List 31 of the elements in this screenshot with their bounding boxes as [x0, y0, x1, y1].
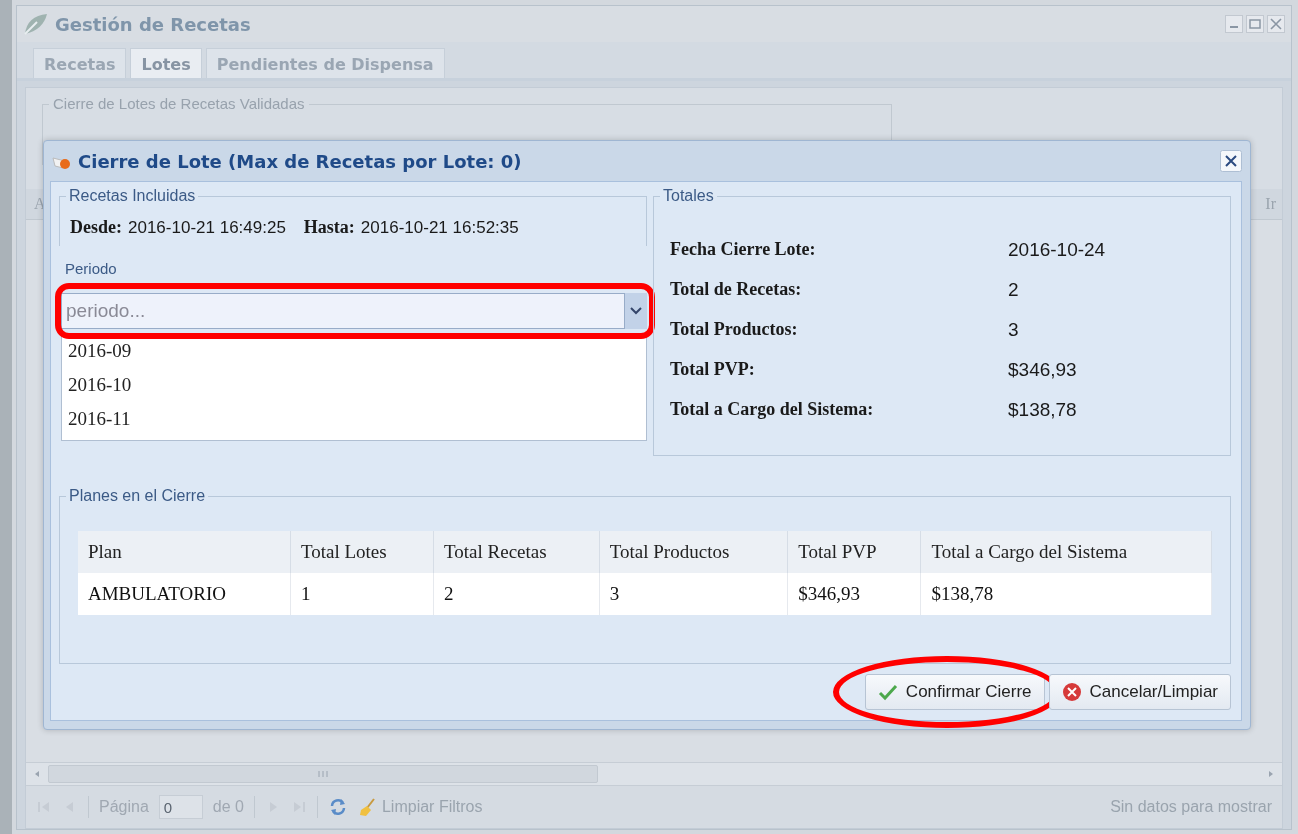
column-header: Total Productos [599, 531, 788, 573]
field-value: 2016-10-21 16:49:25 [128, 218, 286, 238]
window-title: Gestión de Recetas [55, 13, 251, 35]
field-label: Total a Cargo del Sistema: [670, 399, 875, 421]
field-value: 2 [1008, 279, 1020, 301]
fieldset-legend: Cierre de Lotes de Recetas Validadas [49, 95, 309, 112]
field-value: 3 [1008, 319, 1020, 341]
field-label: Total Productos: [670, 319, 799, 341]
field-label: Periodo [64, 260, 118, 277]
field-value: 2016-10-21 16:52:35 [360, 218, 519, 238]
field-label: Desde: [70, 217, 122, 238]
column-header: Plan [78, 531, 291, 573]
column-header: Total Recetas [433, 531, 600, 573]
table-cell: 2 [433, 573, 600, 615]
field-value: 2016-10-24 [1008, 239, 1107, 261]
field-label: Total PVP: [670, 359, 756, 381]
field-value: $346,93 [1008, 359, 1078, 381]
column-header: Total PVP [787, 531, 921, 573]
table-cell: $138,78 [920, 573, 1212, 615]
dialog-title: Cierre de Lote (Max de Recetas por Lote: 0) [78, 150, 522, 172]
status-text: Sin datos para mostrar [1110, 798, 1272, 816]
field-label: Hasta: [303, 217, 355, 238]
table-cell: 1 [290, 573, 434, 615]
field-value: $138,78 [1008, 399, 1078, 421]
table-cell: $346,93 [787, 573, 921, 615]
column-header: Total a Cargo del Sistema [920, 531, 1212, 573]
table-cell: 3 [599, 573, 788, 615]
field-label: Total de Recetas: [670, 279, 803, 301]
column-header: Total Lotes [290, 531, 434, 573]
table-cell: AMBULATORIO [78, 573, 291, 615]
field-label: Fecha Cierre Lote: [670, 239, 817, 261]
